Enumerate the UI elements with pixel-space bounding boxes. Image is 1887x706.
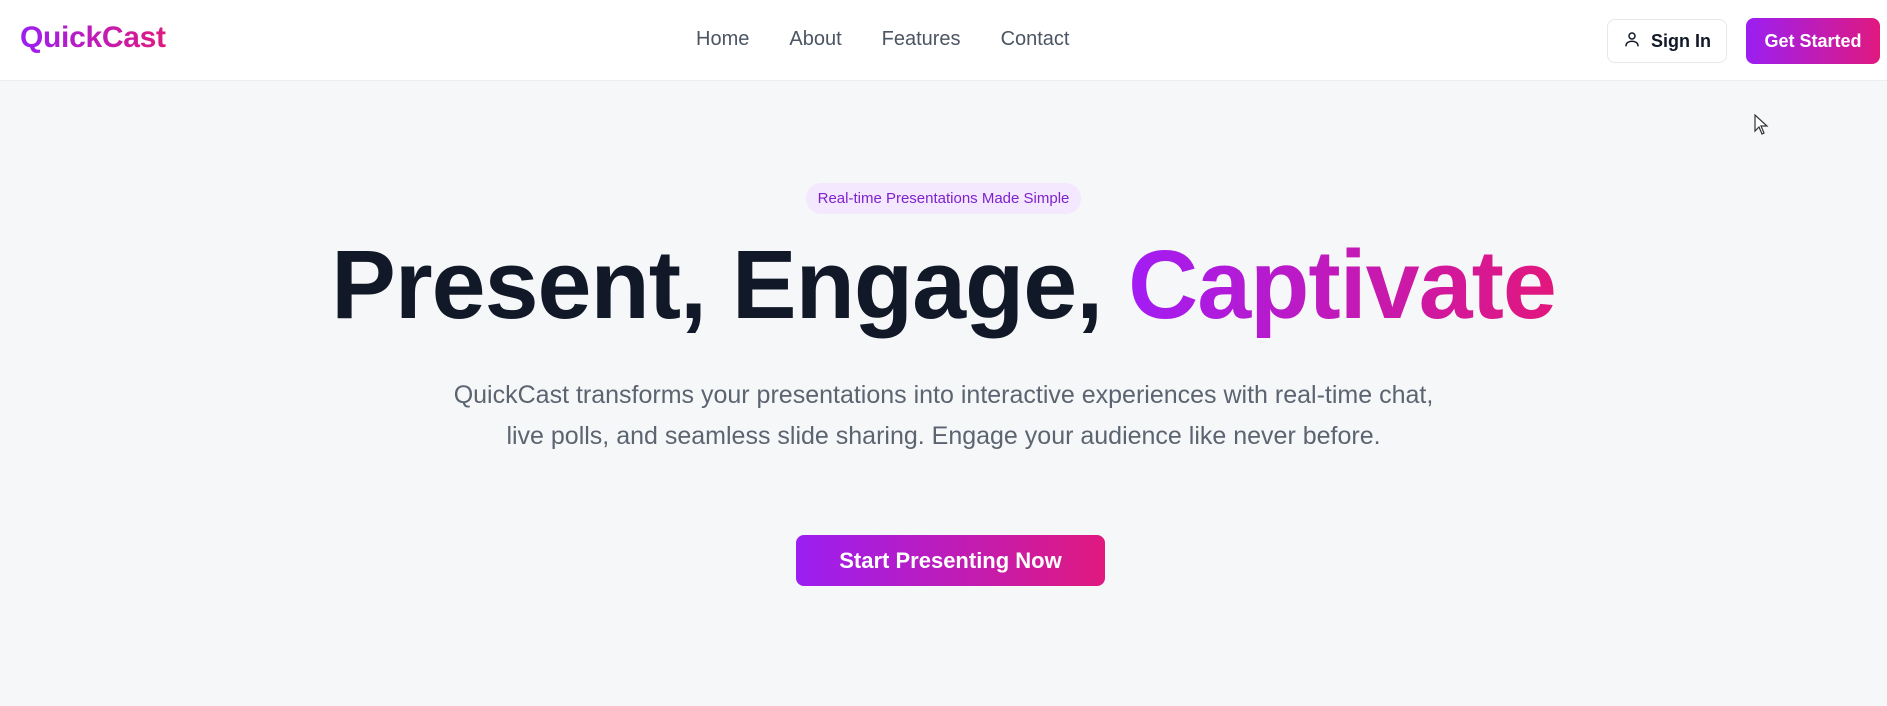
- sign-in-button[interactable]: Sign In: [1607, 19, 1727, 63]
- nav-link-contact[interactable]: Contact: [1001, 28, 1070, 51]
- start-presenting-button[interactable]: Start Presenting Now: [796, 535, 1105, 586]
- hero-section: Real-time Presentations Made Simple Pres…: [0, 81, 1887, 706]
- nav-link-about[interactable]: About: [789, 28, 841, 51]
- brand-logo[interactable]: QuickCast: [20, 21, 166, 55]
- top-navbar: QuickCast Home About Features Contact Si…: [0, 0, 1887, 81]
- main-nav: Home About Features Contact: [696, 28, 1070, 51]
- mouse-cursor-icon: [1754, 113, 1770, 136]
- headline-accent: Captivate: [1128, 230, 1557, 339]
- hero-badge: Real-time Presentations Made Simple: [805, 183, 1082, 214]
- nav-link-features[interactable]: Features: [882, 28, 961, 51]
- hero-headline: Present, Engage, Captivate: [0, 229, 1887, 341]
- get-started-button[interactable]: Get Started: [1746, 18, 1880, 64]
- nav-link-home[interactable]: Home: [696, 28, 749, 51]
- hero-subtitle: QuickCast transforms your presentations …: [453, 381, 1434, 450]
- sign-in-label: Sign In: [1651, 30, 1711, 51]
- headline-plain: Present, Engage,: [331, 230, 1129, 339]
- user-icon: [1623, 30, 1641, 53]
